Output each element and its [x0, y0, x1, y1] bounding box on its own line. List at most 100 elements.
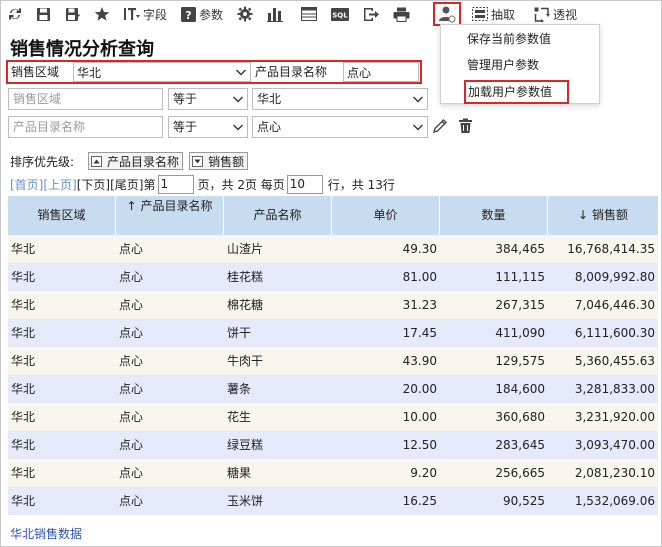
favorite-button[interactable] — [90, 1, 114, 27]
col-header-product[interactable]: 产品名称 — [224, 196, 332, 235]
user-parameter-button[interactable] — [433, 2, 461, 26]
table-cell: 411,090 — [495, 326, 545, 340]
chevron-down-icon — [233, 124, 243, 131]
chevron-down-icon — [236, 69, 246, 76]
filter1-operator-select[interactable]: 等于 — [168, 88, 248, 110]
sort-asc-icon — [91, 155, 103, 167]
table-cell: 点心 — [119, 438, 144, 452]
parameter-button[interactable]: ? 参数 — [177, 1, 227, 27]
pager-total-info: 行，共 13行 — [327, 178, 395, 192]
pencil-icon[interactable] — [432, 118, 448, 134]
page-title: 销售情况分析查询 — [10, 39, 154, 60]
header-sort-mark: ↑ — [126, 199, 137, 213]
settings-button[interactable] — [233, 1, 257, 27]
col-header-price[interactable]: 单价 — [332, 196, 440, 235]
table-cell: 华北 — [11, 410, 36, 424]
table-cell: 184,600 — [495, 382, 545, 396]
export-icon — [364, 7, 380, 21]
pager-first[interactable]: [首页] — [10, 176, 43, 193]
filter1-field-input[interactable]: 销售区域 — [8, 88, 163, 110]
table-cell: 华北 — [11, 354, 36, 368]
table-cell: 111,115 — [495, 270, 545, 284]
table-row: 华北 点心 山渣片 49.30 384,465 16,768,414.35 — [8, 235, 658, 263]
print-button[interactable] — [389, 1, 414, 27]
table-cell: 43.90 — [402, 354, 437, 368]
filter2-value-select[interactable]: 点心 — [252, 116, 428, 138]
table-cell: 3,281,833.00 — [574, 382, 655, 396]
table-cell: 华北 — [11, 242, 36, 256]
table-row: 华北 点心 绿豆糕 12.50 283,645 3,093,470.00 — [8, 431, 658, 459]
extract-icon — [472, 7, 488, 21]
parameter-panel: 销售区域 华北 产品目录名称 点心 — [6, 60, 422, 84]
region-param-select[interactable]: 华北 — [73, 62, 251, 82]
col-header-catalog[interactable]: ↑ 产品目录名称 — [116, 196, 224, 235]
col-header-catalog-label: 产品目录名称 — [140, 199, 213, 213]
table-cell: 华北 — [11, 326, 36, 340]
catalog-param-input[interactable]: 点心 — [343, 62, 419, 82]
sort-chip-catalog[interactable]: 产品目录名称 — [88, 152, 184, 170]
field-button[interactable]: 字段 — [120, 1, 171, 27]
table-cell: 16,768,414.35 — [567, 242, 655, 256]
table-cell: 花生 — [227, 410, 252, 424]
region-param-label: 销售区域 — [11, 65, 60, 79]
pager-size-input[interactable]: 10 — [286, 175, 323, 194]
svg-text:?: ? — [185, 9, 191, 22]
table-cell: 华北 — [11, 438, 36, 452]
table-header: 销售区域 ↑ 产品目录名称 产品名称 单价 数量 ↓ 销售额 — [8, 196, 658, 235]
pager-next[interactable]: [下页] — [77, 176, 110, 193]
sql-button[interactable]: SQL — [327, 1, 353, 27]
trash-icon[interactable] — [458, 118, 473, 134]
header-sort-mark: ↓ — [578, 208, 589, 222]
col-header-price-label: 单价 — [373, 208, 398, 222]
sql-icon: SQL — [331, 7, 350, 21]
table-cell: 华北 — [11, 494, 36, 508]
table-row: 华北 点心 饼干 17.45 411,090 6,111,600.30 — [8, 319, 658, 347]
sort-chip-sales[interactable]: 销售额 — [189, 152, 249, 170]
extract-button-label: 抽取 — [491, 7, 516, 22]
bar-chart-icon — [267, 7, 284, 22]
sql-icon-text: SQL — [332, 11, 348, 19]
pager-prev[interactable]: [上页] — [43, 176, 76, 193]
menu-item-manage-params[interactable]: 管理用户参数 — [441, 52, 599, 78]
sort-desc-icon — [192, 155, 204, 167]
save-button[interactable] — [32, 1, 55, 27]
filter1-value-select[interactable]: 华北 — [252, 88, 428, 110]
table-cell: 糖果 — [227, 466, 252, 480]
col-header-product-label: 产品名称 — [253, 208, 302, 222]
filter2-value: 点心 — [257, 120, 282, 134]
menu-item-load-params[interactable]: 加载用户参数值 — [464, 80, 569, 104]
table-view-button[interactable] — [297, 1, 321, 27]
table-cell: 棉花糖 — [227, 298, 264, 312]
pager-last[interactable]: [尾页] — [110, 176, 143, 193]
footer-link-north-sales[interactable]: 华北销售数据 — [10, 525, 82, 542]
table-cell: 华北 — [11, 298, 36, 312]
user-parameter-menu: 保存当前参数值 管理用户参数 加载用户参数值 — [440, 24, 600, 104]
pager-page-input[interactable]: 1 — [157, 175, 194, 194]
field-icon — [124, 8, 140, 20]
col-header-region-label: 销售区域 — [37, 208, 86, 222]
table-cell: 点心 — [119, 466, 144, 480]
table-row: 华北 点心 桂花糕 81.00 111,115 8,009,992.80 — [8, 263, 658, 291]
menu-item-save-params[interactable]: 保存当前参数值 — [441, 26, 599, 52]
refresh-button[interactable] — [4, 1, 26, 27]
catalog-param-value: 点心 — [347, 66, 372, 80]
export-button[interactable] — [359, 1, 383, 27]
pivot-button-label: 透视 — [553, 7, 578, 22]
filter2-field-input[interactable]: 产品目录名称 — [8, 116, 163, 138]
col-header-sales[interactable]: ↓ 销售额 — [548, 196, 658, 235]
table-cell: 点心 — [119, 298, 144, 312]
user-icon — [439, 6, 456, 23]
chart-button[interactable] — [263, 1, 287, 27]
table-row: 华北 点心 玉米饼 16.25 90,525 1,532,069.06 — [8, 487, 658, 515]
filter2-operator-select[interactable]: 等于 — [168, 116, 248, 138]
col-header-region[interactable]: 销售区域 — [8, 196, 116, 235]
sales-table: 销售区域 ↑ 产品目录名称 产品名称 单价 数量 ↓ 销售额 华北 点心 山渣片 49… — [8, 196, 658, 515]
table-cell: 薯条 — [227, 382, 252, 396]
save-as-button[interactable] — [61, 1, 84, 27]
table-cell: 17.45 — [402, 326, 437, 340]
print-icon — [393, 7, 410, 22]
sort-priority-label: 排序优先级: — [10, 154, 75, 169]
region-param-value: 华北 — [77, 66, 102, 80]
col-header-quantity[interactable]: 数量 — [440, 196, 548, 235]
table-cell: 3,231,920.00 — [574, 410, 655, 424]
